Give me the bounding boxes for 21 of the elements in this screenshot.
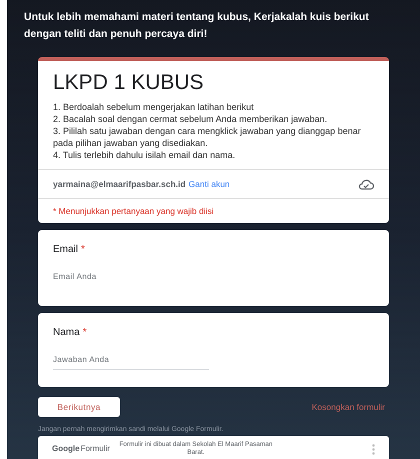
- forms-logo-text: Formulir: [80, 443, 110, 455]
- clear-form-link[interactable]: Kosongkan formulir: [312, 400, 385, 414]
- answer-field[interactable]: Jawaban Anda: [53, 354, 209, 370]
- answer-field[interactable]: Email Anda: [53, 271, 209, 286]
- required-asterisk: *: [82, 326, 87, 340]
- google-logo-text: Google: [52, 443, 80, 455]
- form-title: LKPD 1 KUBUS: [53, 70, 205, 96]
- switch-account-link[interactable]: Ganti akun: [188, 178, 230, 190]
- question-label: Nama: [53, 326, 80, 340]
- instruction-text: 2. Bacalah soal dengan cermat sebelum Anda memberikan jawaban.: [53, 113, 328, 125]
- more-options-icon[interactable]: [372, 444, 375, 454]
- instruction-text: 1. Berdoalah sebelum mengerjakan latihan berikut: [53, 101, 255, 113]
- question-label: Email: [53, 243, 78, 257]
- account-email: yarmaina@elmaarifpasbar.sch.id: [53, 178, 186, 190]
- required-note: * Menunjukkan pertanyaan yang wajib diisi: [53, 204, 214, 218]
- instruction-text: 3. Pililah satu jawaban dengan cara mengklick jawaban yang dianggap benar pada pilihan jawaban yang disediakan.: [53, 125, 362, 149]
- required-asterisk: *: [81, 243, 85, 257]
- next-button[interactable]: Berikutnya: [38, 397, 120, 417]
- instruction-text: 4. Tulis terlebih dahulu isilah email dan nama.: [53, 149, 236, 161]
- banner-text: Untuk lebih memahami materi tentang kubus, Kerjakalah kuis berikut dengan teliti dan penuh percaya diri!: [23, 10, 370, 42]
- cloud-check-icon: [358, 178, 374, 190]
